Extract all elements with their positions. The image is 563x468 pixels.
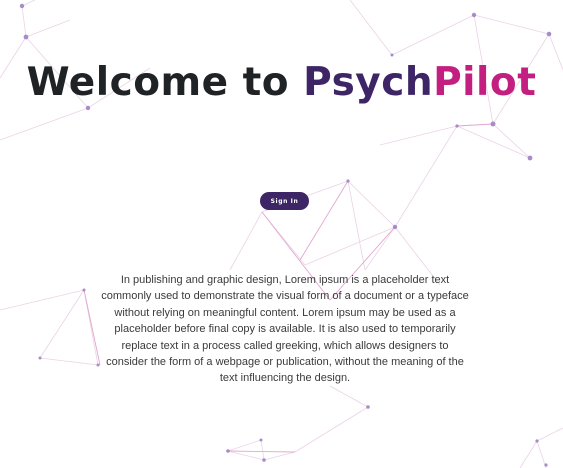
intro-paragraph: In publishing and graphic design, Lorem …: [101, 274, 469, 385]
title-brand-psych: Psych: [303, 60, 434, 105]
title-welcome-text: Welcome to: [26, 60, 304, 105]
landing-page: Welcome to PsychPilot Sign In In publish…: [0, 0, 563, 468]
title-brand-pilot: Pilot: [433, 60, 537, 105]
page-title: Welcome to PsychPilot: [0, 58, 563, 108]
sign-in-button[interactable]: Sign In: [260, 192, 309, 210]
